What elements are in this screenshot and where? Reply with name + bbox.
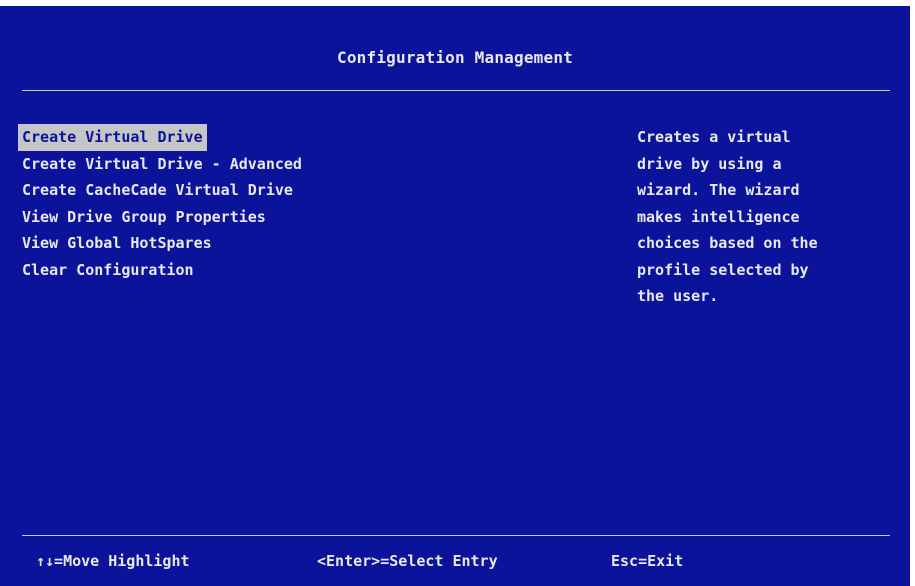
bios-config-screen: Configuration Management Create Virtual … [0,6,910,586]
config-menu: Create Virtual Drive Create Virtual Driv… [18,124,306,283]
help-text-line: Creates a virtual [637,128,791,146]
select-entry-hint: <Enter>=Select Entry [317,552,498,570]
menu-item-view-drive-group-properties[interactable]: View Drive Group Properties [18,204,306,231]
menu-item-create-cachecade-virtual-drive[interactable]: Create CacheCade Virtual Drive [18,177,306,204]
help-panel: Creates a virtual drive by using a wizar… [637,124,887,310]
help-text-line: the user. [637,287,719,305]
help-text-line: makes intelligence [637,207,800,226]
move-highlight-hint: ↑↓=Move Highlight [36,552,190,570]
menu-item-clear-configuration[interactable]: Clear Configuration [18,257,306,284]
help-text-line: choices based on the [637,234,818,252]
help-text-line: wizard. The wizard [637,181,800,199]
footer-divider [22,535,890,536]
page-title: Configuration Management [337,48,573,67]
exit-hint: Esc=Exit [611,552,684,570]
menu-item-view-global-hotspares[interactable]: View Global HotSpares [18,230,306,257]
header-divider [22,90,890,91]
help-text-line: drive by using a [637,154,782,173]
key-hints-footer: ↑↓=Move Highlight <Enter>=Select Entry E… [0,546,910,576]
menu-item-create-virtual-drive[interactable]: Create Virtual Drive [18,124,207,151]
help-text-line: profile selected by [637,260,809,279]
menu-item-create-virtual-drive-advanced[interactable]: Create Virtual Drive - Advanced [18,151,306,178]
